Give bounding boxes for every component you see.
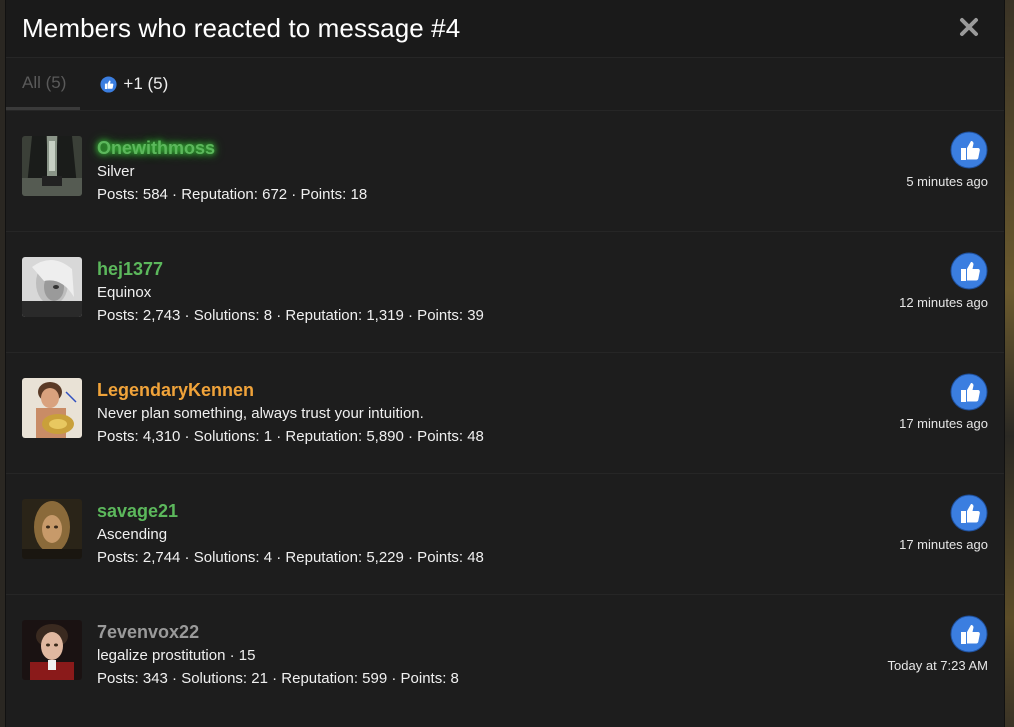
members-list: Onewithmoss Silver Posts: 584 · Reputati… [6, 111, 1004, 716]
reaction-time: 5 minutes ago [906, 174, 988, 189]
reaction-time: 12 minutes ago [899, 295, 988, 310]
member-title: legalize prostitution · 15 [97, 647, 256, 664]
avatar[interactable] [22, 499, 82, 559]
reaction-tabs: All (5) +1 (5) [6, 58, 1004, 111]
reactions-dialog: Members who reacted to message #4 All (5… [5, 0, 1005, 727]
close-button[interactable] [954, 12, 984, 42]
member-title: Silver [97, 163, 135, 180]
member-username[interactable]: LegendaryKennen [97, 380, 254, 401]
member-stats: Posts: 2,744 · Solutions: 4 · Reputation… [97, 549, 484, 566]
avatar[interactable] [22, 378, 82, 438]
close-icon [960, 18, 978, 36]
list-item: LegendaryKennen Never plan something, al… [6, 353, 1004, 474]
list-item: 7evenvox22 legalize prostitution · 15 Po… [6, 595, 1004, 716]
tab-like[interactable]: +1 (5) [86, 58, 182, 110]
member-stats: Posts: 343 · Solutions: 21 · Reputation:… [97, 670, 459, 687]
member-title: Equinox [97, 284, 152, 301]
avatar[interactable] [22, 257, 82, 317]
like-icon [950, 494, 988, 532]
tab-all[interactable]: All (5) [6, 58, 81, 110]
like-icon [950, 252, 988, 290]
reaction-time: 17 minutes ago [899, 416, 988, 431]
dialog-header: Members who reacted to message #4 [6, 0, 1004, 58]
member-username[interactable]: hej1377 [97, 259, 163, 280]
list-item: savage21 Ascending Posts: 2,744 · Soluti… [6, 474, 1004, 595]
reaction-time: 17 minutes ago [899, 537, 988, 552]
reaction-time: Today at 7:23 AM [887, 658, 988, 673]
list-item: Onewithmoss Silver Posts: 584 · Reputati… [6, 111, 1004, 232]
like-icon [950, 131, 988, 169]
member-username[interactable]: Onewithmoss [97, 138, 215, 159]
list-item: hej1377 Equinox Posts: 2,743 · Solutions… [6, 232, 1004, 353]
member-stats: Posts: 584 · Reputation: 672 · Points: 1… [97, 186, 368, 203]
like-icon [100, 75, 117, 93]
member-username[interactable]: savage21 [97, 501, 178, 522]
member-title: Ascending [97, 526, 168, 543]
member-username[interactable]: 7evenvox22 [97, 622, 199, 643]
dialog-title: Members who reacted to message #4 [22, 13, 461, 43]
member-stats: Posts: 4,310 · Solutions: 1 · Reputation… [97, 428, 484, 445]
page-backdrop [1005, 0, 1014, 727]
member-stats: Posts: 2,743 · Solutions: 8 · Reputation… [97, 307, 484, 324]
like-icon [950, 373, 988, 411]
avatar[interactable] [22, 620, 82, 680]
avatar[interactable] [22, 136, 82, 196]
member-title: Never plan something, always trust your … [97, 405, 424, 422]
tab-all-label: All (5) [22, 72, 67, 92]
like-icon [950, 615, 988, 653]
tab-like-label: +1 (5) [123, 74, 169, 93]
